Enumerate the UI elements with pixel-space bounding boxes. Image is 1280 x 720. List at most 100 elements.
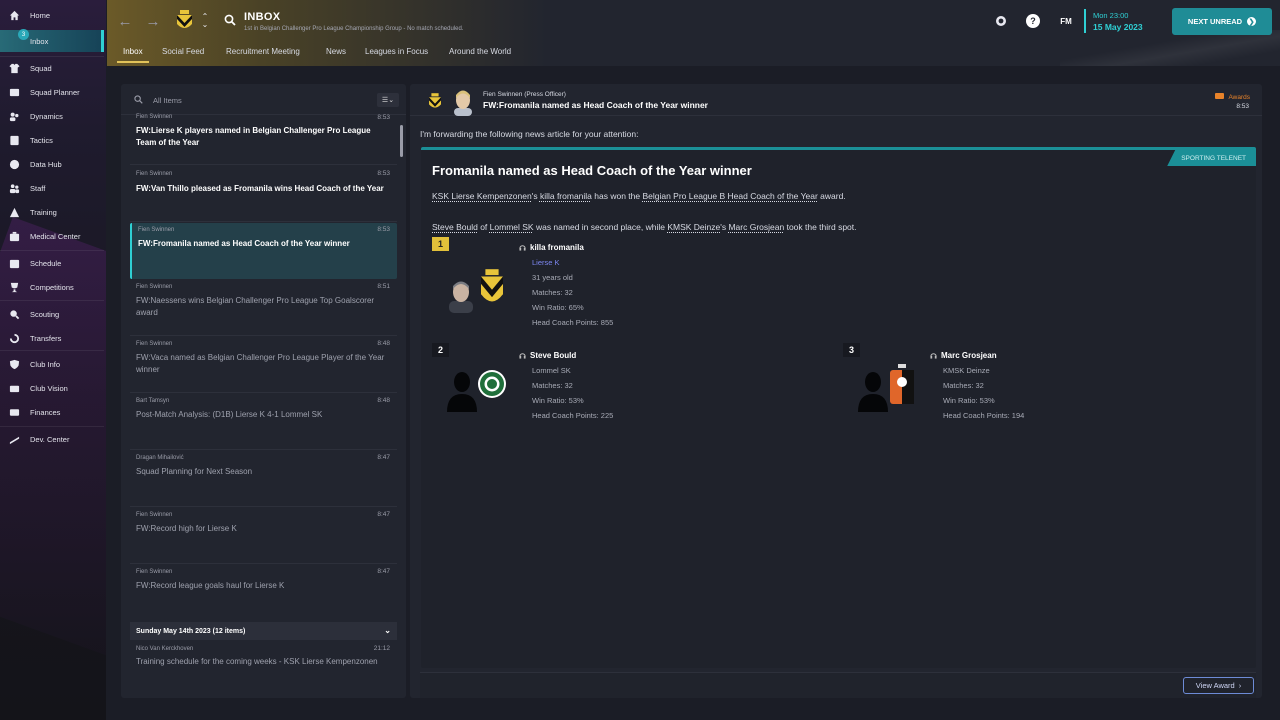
sender-avatar[interactable] [451, 89, 475, 116]
sidebar-item-label: Home [30, 10, 51, 20]
club-link[interactable]: KSK Lierse Kempenzonen [432, 191, 532, 201]
view-award-button[interactable]: View Award › [1183, 677, 1254, 694]
club-crest-icon[interactable] [175, 9, 193, 33]
silhouette-photo[interactable] [445, 368, 479, 412]
tactics-icon [8, 134, 20, 146]
divider [0, 426, 104, 427]
search-bar[interactable]: All Items ☰⌄ [121, 84, 406, 115]
day-group-header[interactable]: Sunday May 14th 2023 (12 items) ⌄ [130, 622, 397, 640]
trophy-icon [8, 281, 20, 293]
search-input[interactable]: All Items [153, 96, 182, 105]
rank-badge: 1 [432, 237, 449, 251]
sidebar-item-inbox[interactable]: 3 Inbox [0, 29, 104, 52]
winner-name[interactable]: Marc Grosjean [930, 351, 997, 360]
search-icon [134, 95, 143, 104]
divider [0, 350, 104, 351]
globe-icon[interactable] [994, 14, 1008, 28]
chevron-right-icon: ❯ [1247, 17, 1257, 26]
message-sender[interactable]: Fien Swinnen (Press Officer) [483, 91, 566, 98]
winner-club[interactable]: Lommel SK [532, 366, 571, 375]
club-crest-icon [429, 93, 441, 108]
finances-icon [8, 406, 20, 418]
list-item[interactable]: Bart Tamsyn 8:48 Post-Match Analysis: (D… [130, 394, 397, 450]
sidebar-item-tactics[interactable]: Tactics [0, 129, 104, 151]
list-item[interactable]: Fien Swinnen 8:53 FW:Van Thillo pleased … [130, 166, 397, 222]
game-time[interactable]: Mon 23:00 [1093, 11, 1128, 20]
award-link[interactable]: Belgian Pro League B Head Coach of the Y… [642, 191, 817, 201]
list-item-selected[interactable]: Fien Swinnen 8:53 FW:Fromanila named as … [130, 223, 397, 279]
silhouette-photo[interactable] [856, 368, 890, 412]
rank-badge: 3 [843, 343, 860, 357]
message-sender: Bart Tamsyn [136, 398, 170, 404]
winner-club[interactable]: Lierse K [532, 258, 560, 267]
sidebar-item-club-info[interactable]: Club Info [0, 353, 104, 375]
list-filter-icon[interactable]: ☰⌄ [377, 93, 399, 107]
winner-name[interactable]: killa fromanila [519, 243, 584, 252]
club-crest-icon[interactable] [477, 369, 507, 399]
sidebar-item-label: Competitions [30, 282, 74, 292]
sidebar-item-competitions[interactable]: Competitions [0, 276, 104, 298]
tab-news[interactable]: News [326, 47, 346, 63]
sidebar-item-transfers[interactable]: Transfers [0, 327, 104, 349]
club-crest-icon[interactable] [889, 362, 915, 406]
message-time: 8:51 [377, 283, 390, 290]
club-crest-icon[interactable] [481, 269, 503, 309]
club-link[interactable]: KMSK Deinze [667, 222, 720, 232]
divider [130, 335, 397, 336]
tab-around-the-world[interactable]: Around the World [449, 47, 511, 63]
person-link[interactable]: Marc Grosjean [728, 222, 784, 232]
message-time: 8:53 [1236, 103, 1249, 110]
list-item[interactable]: Fien Swinnen 8:53 FW:Lierse K players na… [130, 114, 397, 165]
message-sender: Dragan Mihailović [136, 455, 184, 461]
list-item[interactable]: Fien Swinnen 8:47 FW:Record high for Lie… [130, 508, 397, 564]
sidebar-item-staff[interactable]: Staff [0, 177, 104, 199]
sidebar-item-label: Medical Center [30, 231, 81, 241]
sidebar-item-squad[interactable]: Squad [0, 57, 104, 79]
detail-footer [420, 672, 1256, 698]
list-item[interactable]: Fien Swinnen 8:47 FW:Record league goals… [130, 565, 397, 621]
list-item[interactable]: Dragan Mihailović 8:47 Squad Planning fo… [130, 451, 397, 507]
article-title: Fromanila named as Head Coach of the Yea… [432, 163, 752, 178]
fm-menu-button[interactable]: FM [1057, 14, 1075, 28]
list-item[interactable]: Nico Van Kerckhoven 21:12 Training sched… [130, 642, 397, 692]
planner-icon [8, 86, 20, 98]
list-item[interactable]: Fien Swinnen 8:51 FW:Naessens wins Belgi… [130, 280, 397, 336]
person-link[interactable]: Steve Bould [432, 222, 478, 232]
winner-name-text: Steve Bould [530, 351, 577, 360]
coach-photo[interactable] [447, 277, 475, 313]
article-paragraph-2: Steve Bould of Lommel SK was named in se… [432, 222, 857, 232]
sidebar-item-dynamics[interactable]: Dynamics [0, 105, 104, 127]
next-unread-button[interactable]: NEXT UNREAD ❯ [1172, 8, 1272, 35]
sidebar-item-squad-planner[interactable]: Squad Planner [0, 81, 104, 103]
game-date[interactable]: 15 May 2023 [1093, 22, 1143, 32]
sidebar-item-schedule[interactable]: Schedule [0, 252, 104, 274]
list-item[interactable]: Fien Swinnen 8:48 FW:Vaca named as Belgi… [130, 337, 397, 393]
winner-name[interactable]: Steve Bould [519, 351, 576, 360]
club-link[interactable]: Lommel SK [490, 222, 534, 232]
page-subtitle: 1st in Belgian Challenger Pro League Cha… [244, 26, 464, 32]
club-switch-chevrons-icon[interactable]: ⌃ ⌄ [199, 12, 211, 30]
sidebar-item-label: Schedule [30, 258, 62, 268]
message-time: 8:48 [377, 397, 390, 404]
sidebar-item-scouting[interactable]: Scouting [0, 303, 104, 325]
help-icon[interactable]: ? [1026, 14, 1040, 28]
sidebar-item-club-vision[interactable]: Club Vision [0, 377, 104, 399]
sidebar-item-training[interactable]: Training [0, 201, 104, 223]
sidebar-item-medical-center[interactable]: Medical Center [0, 225, 104, 247]
search-icon[interactable] [223, 13, 237, 27]
tab-social-feed[interactable]: Social Feed [162, 47, 204, 63]
back-arrow-icon[interactable]: ← [116, 12, 134, 30]
sidebar-item-finances[interactable]: Finances [0, 401, 104, 423]
winner-club[interactable]: KMSK Deinze [943, 366, 990, 375]
message-time: 21:12 [373, 645, 390, 652]
list-scrollbar[interactable] [400, 125, 403, 157]
tab-recruitment-meeting[interactable]: Recruitment Meeting [226, 47, 300, 63]
coach-link[interactable]: killa fromanila [540, 191, 592, 201]
sidebar-item-data-hub[interactable]: Data Hub [0, 153, 104, 175]
tab-inbox[interactable]: Inbox [117, 47, 149, 63]
tab-leagues-in-focus[interactable]: Leagues in Focus [365, 47, 428, 63]
message-subject: FW:Fromanila named as Head Coach of the … [138, 239, 350, 248]
sidebar-item-dev-center[interactable]: Dev. Center [0, 428, 104, 450]
sidebar-item-home[interactable]: Home [0, 4, 104, 26]
forward-arrow-icon[interactable]: → [144, 12, 162, 30]
